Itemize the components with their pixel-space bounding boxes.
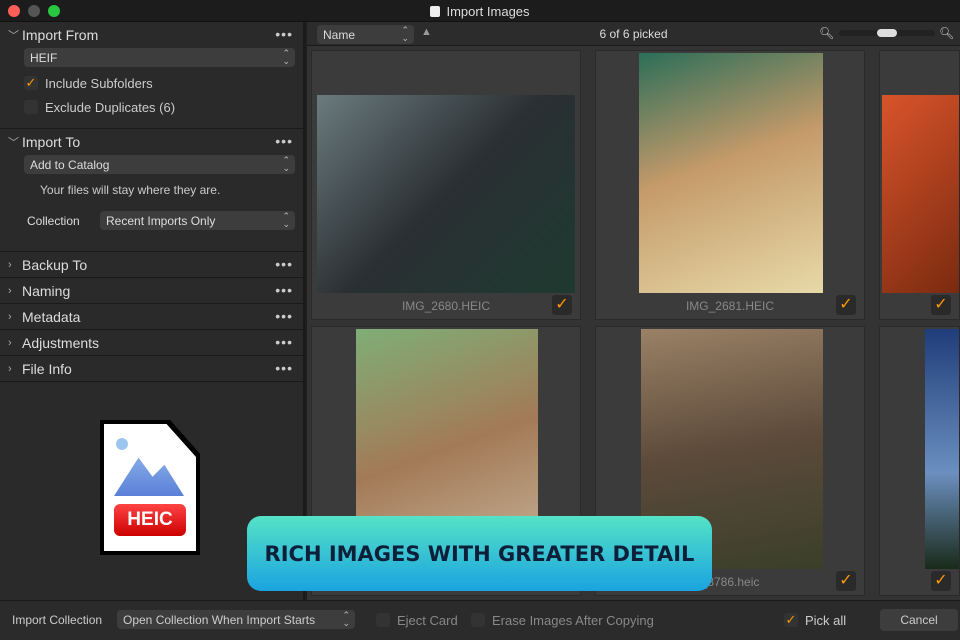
file-name: IMG_2680.HEIC — [401, 299, 491, 313]
chevron-down-icon: ﹀ — [8, 137, 19, 149]
section-header[interactable]: › File Info — [0, 356, 303, 382]
app-icon — [430, 6, 441, 17]
eject-card-checkbox[interactable]: Eject Card — [352, 608, 458, 632]
chevron-right-icon: › — [8, 285, 12, 297]
section-header[interactable]: › Naming — [0, 278, 303, 304]
chevron-down-icon: ﹀ — [8, 30, 19, 42]
checkbox-box — [471, 613, 485, 627]
stepper-icon: ⌃ ⌄ — [282, 211, 290, 229]
more-icon[interactable]: ••• — [275, 282, 293, 298]
image-browser: Name ⌃ ⌄ ▲ 6 of 6 picked 🔍︎ 🔍︎ IMG_2680.HE… — [307, 22, 960, 600]
cancel-button[interactable]: Cancel — [880, 609, 958, 631]
section-adjustments[interactable]: › Adjustments ••• — [0, 330, 303, 356]
pick-checkbox[interactable]: ✓ — [836, 295, 856, 315]
destination-select[interactable]: Add to Catalog ⌃ ⌄ — [24, 155, 295, 174]
more-icon[interactable]: ••• — [275, 334, 293, 350]
section-header[interactable]: › Backup To — [0, 252, 303, 278]
collection-label: Collection — [27, 213, 80, 228]
pick-all-checkbox[interactable]: ✓ Pick all — [760, 608, 846, 632]
heic-file-icon: HEIC — [100, 420, 200, 555]
photo-thumbnail — [925, 329, 959, 569]
import-collection-label: Import Collection — [12, 613, 103, 627]
zoom-in-icon[interactable]: 🔍︎ — [939, 26, 954, 40]
import-settings-panel: ﹀ Import From ••• HEIF ⌃ ⌄ ✓ Include Subfold… — [0, 22, 305, 600]
more-icon[interactable]: ••• — [275, 26, 293, 42]
section-header[interactable]: ﹀ Import To — [0, 129, 303, 155]
section-naming[interactable]: › Naming ••• — [0, 278, 303, 304]
erase-images-checkbox[interactable]: Erase Images After Copying — [447, 608, 654, 632]
exclude-duplicates-checkbox[interactable]: Exclude Duplicates (6) — [0, 95, 303, 119]
stepper-icon: ⌃ ⌄ — [342, 610, 350, 628]
window-title: Import Images — [0, 4, 960, 19]
chevron-right-icon: › — [8, 363, 12, 375]
zoom-out-icon[interactable]: 🔍︎ — [819, 26, 834, 40]
title-bar: Import Images — [0, 0, 960, 22]
section-import-from: ﹀ Import From ••• HEIF ⌃ ⌄ ✓ Include Subfold… — [0, 22, 303, 129]
stepper-icon: ⌃ ⌄ — [282, 155, 290, 173]
more-icon[interactable]: ••• — [275, 133, 293, 149]
more-icon[interactable]: ••• — [275, 360, 293, 376]
checkmark-icon: ✓ — [24, 75, 38, 90]
checkmark-icon: ✓ — [784, 612, 798, 627]
section-header[interactable]: ﹀ Import From — [0, 22, 303, 48]
chevron-right-icon: › — [8, 337, 12, 349]
stepper-icon: ⌃ ⌄ — [282, 48, 290, 66]
collection-select[interactable]: Recent Imports Only ⌃ ⌄ — [100, 211, 295, 230]
slider-knob[interactable] — [877, 29, 897, 37]
more-icon[interactable]: ••• — [275, 256, 293, 272]
file-name: IMG_2681.HEIC — [685, 299, 775, 313]
section-header[interactable]: › Adjustments — [0, 330, 303, 356]
section-metadata[interactable]: › Metadata ••• — [0, 304, 303, 330]
thumbnail-size-slider[interactable] — [839, 29, 935, 37]
section-import-to: ﹀ Import To ••• Add to Catalog ⌃ ⌄ Your fil… — [0, 129, 303, 252]
source-select[interactable]: HEIF ⌃ ⌄ — [24, 48, 295, 67]
destination-note: Your files will stay where they are. — [40, 183, 221, 197]
section-file-info[interactable]: › File Info ••• — [0, 356, 303, 382]
thumbnail-cell[interactable]: ✓ — [879, 326, 960, 596]
thumbnail-cell[interactable]: IMG_2680.HEIC ✓ — [311, 50, 581, 320]
checkbox-box — [24, 100, 38, 114]
pick-checkbox[interactable]: ✓ — [931, 295, 951, 315]
photo-thumbnail — [882, 95, 959, 293]
import-collection-select[interactable]: Open Collection When Import Starts ⌃ ⌄ — [117, 610, 355, 629]
more-icon[interactable]: ••• — [275, 308, 293, 324]
promo-banner: RICH IMAGES WITH GREATER DETAIL — [247, 516, 712, 591]
include-subfolders-checkbox[interactable]: ✓ Include Subfolders — [0, 71, 303, 95]
pick-checkbox[interactable]: ✓ — [552, 295, 572, 315]
thumbnail-cell[interactable]: IMG_2681.HEIC ✓ — [595, 50, 865, 320]
photo-thumbnail — [639, 53, 823, 293]
browser-toolbar: Name ⌃ ⌄ ▲ 6 of 6 picked 🔍︎ 🔍︎ — [307, 22, 960, 46]
section-header[interactable]: › Metadata — [0, 304, 303, 330]
section-backup-to[interactable]: › Backup To ••• — [0, 252, 303, 278]
bottom-bar: Import Collection Open Collection When I… — [0, 600, 960, 640]
chevron-right-icon: › — [8, 259, 12, 271]
thumbnail-cell[interactable]: ✓ — [879, 50, 960, 320]
chevron-right-icon: › — [8, 311, 12, 323]
photo-thumbnail — [317, 95, 575, 293]
pick-checkbox[interactable]: ✓ — [836, 571, 856, 591]
checkbox-box — [376, 613, 390, 627]
pick-checkbox[interactable]: ✓ — [931, 571, 951, 591]
